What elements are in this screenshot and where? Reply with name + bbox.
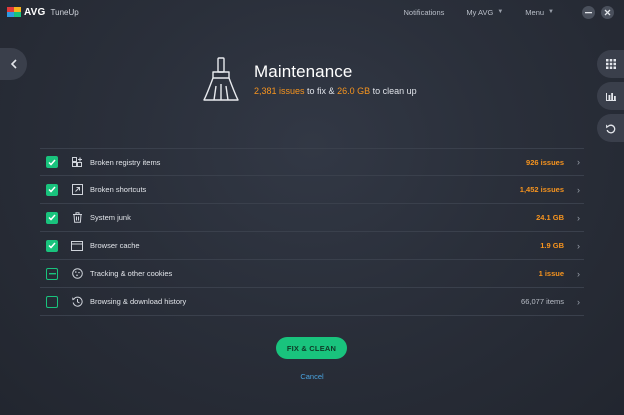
cookie-icon bbox=[71, 268, 83, 280]
checkbox[interactable] bbox=[46, 267, 58, 280]
item-value: 66,077 items bbox=[521, 297, 564, 306]
list-item-registry[interactable]: Broken registry items 926 issues › bbox=[40, 148, 584, 176]
item-value: 24.1 GB bbox=[536, 213, 564, 222]
checkmark-icon bbox=[48, 214, 56, 221]
list-item-browser-cache[interactable]: Browser cache 1.9 GB › bbox=[40, 232, 584, 260]
history-icon bbox=[71, 296, 83, 308]
brand: AVG TuneUp bbox=[7, 7, 79, 18]
chevron-right-icon: › bbox=[577, 296, 580, 307]
stats-button[interactable] bbox=[597, 82, 624, 110]
minimize-button[interactable] bbox=[582, 5, 595, 19]
registry-icon bbox=[71, 156, 83, 168]
trash-icon bbox=[71, 212, 83, 224]
cancel-link[interactable]: Cancel bbox=[280, 372, 344, 381]
menu-label: Menu bbox=[525, 7, 545, 17]
checkmark-icon bbox=[48, 186, 56, 193]
checkbox[interactable] bbox=[46, 295, 58, 308]
undo-button[interactable] bbox=[597, 114, 624, 142]
checkbox[interactable] bbox=[46, 239, 58, 252]
minus-icon bbox=[48, 272, 56, 274]
item-label: Tracking & other cookies bbox=[90, 269, 173, 278]
subtitle-text-clean: to clean up bbox=[370, 86, 417, 96]
chevron-down-icon: ▼ bbox=[497, 9, 504, 15]
chevron-right-icon: › bbox=[577, 157, 580, 167]
app-window: AVG TuneUp Notifications My AVG ▼ Menu ▼ bbox=[0, 0, 624, 415]
item-label: System junk bbox=[90, 213, 131, 222]
chevron-right-icon: › bbox=[577, 212, 580, 223]
page-subtitle: 2,381 issues to fix & 26.0 GB to clean u… bbox=[254, 86, 417, 96]
chevron-right-icon: › bbox=[577, 268, 580, 279]
page-title: Maintenance bbox=[254, 62, 353, 81]
list-item-cookies[interactable]: Tracking & other cookies 1 issue › bbox=[40, 260, 584, 288]
title-bar: AVG TuneUp Notifications My AVG ▼ Menu ▼ bbox=[0, 0, 624, 24]
item-value: 1,452 issues bbox=[519, 185, 564, 194]
grid-icon bbox=[605, 59, 616, 69]
checkbox[interactable] bbox=[46, 156, 58, 168]
maintenance-list: Broken registry items 926 issues › Broke… bbox=[40, 148, 584, 316]
item-label: Broken registry items bbox=[90, 157, 161, 167]
avg-logo-icon bbox=[7, 7, 21, 17]
item-label: Browsing & download history bbox=[90, 297, 187, 306]
bar-chart-icon bbox=[605, 93, 616, 101]
menu-dropdown[interactable]: Menu ▼ bbox=[525, 8, 554, 17]
list-item-system-junk[interactable]: System junk 24.1 GB › bbox=[40, 204, 584, 232]
item-label: Broken shortcuts bbox=[90, 185, 147, 194]
notifications-link[interactable]: Notifications bbox=[404, 8, 445, 17]
titlebar-controls: Notifications My AVG ▼ Menu ▼ bbox=[404, 0, 614, 24]
issues-count: 2,381 issues bbox=[254, 86, 305, 96]
cleanup-size: 26.0 GB bbox=[337, 86, 371, 96]
checkbox[interactable] bbox=[46, 183, 58, 196]
fix-clean-button[interactable]: FIX & CLEAN bbox=[276, 337, 347, 359]
item-value: 926 issues bbox=[526, 157, 564, 167]
browser-icon bbox=[71, 240, 83, 252]
my-avg-label: My AVG bbox=[466, 7, 494, 17]
checkbox[interactable] bbox=[46, 211, 58, 224]
broom-icon bbox=[203, 57, 239, 101]
chevron-left-icon bbox=[10, 59, 17, 69]
back-button[interactable] bbox=[0, 48, 27, 80]
item-label: Browser cache bbox=[90, 241, 140, 250]
product-name: TuneUp bbox=[50, 7, 79, 17]
undo-icon bbox=[606, 124, 616, 133]
maintenance-header: Maintenance 2,381 issues to fix & 26.0 G… bbox=[200, 56, 500, 106]
chevron-down-icon: ▼ bbox=[548, 9, 554, 15]
minus-icon bbox=[585, 11, 592, 13]
list-item-history[interactable]: Browsing & download history 66,077 items… bbox=[40, 288, 584, 316]
chevron-right-icon: › bbox=[577, 184, 580, 195]
shortcut-icon bbox=[71, 184, 83, 196]
close-button[interactable] bbox=[601, 5, 614, 19]
brand-name: AVG bbox=[24, 6, 46, 18]
item-value: 1 issue bbox=[538, 269, 564, 278]
checkmark-icon bbox=[48, 159, 56, 166]
checkmark-icon bbox=[48, 242, 56, 249]
chevron-right-icon: › bbox=[577, 240, 580, 251]
close-icon bbox=[604, 9, 611, 15]
list-item-shortcuts[interactable]: Broken shortcuts 1,452 issues › bbox=[40, 176, 584, 204]
subtitle-text-fix: to fix & bbox=[304, 86, 338, 96]
apps-grid-button[interactable] bbox=[597, 50, 624, 78]
my-avg-menu[interactable]: My AVG ▼ bbox=[466, 8, 503, 17]
item-value: 1.9 GB bbox=[540, 241, 564, 250]
